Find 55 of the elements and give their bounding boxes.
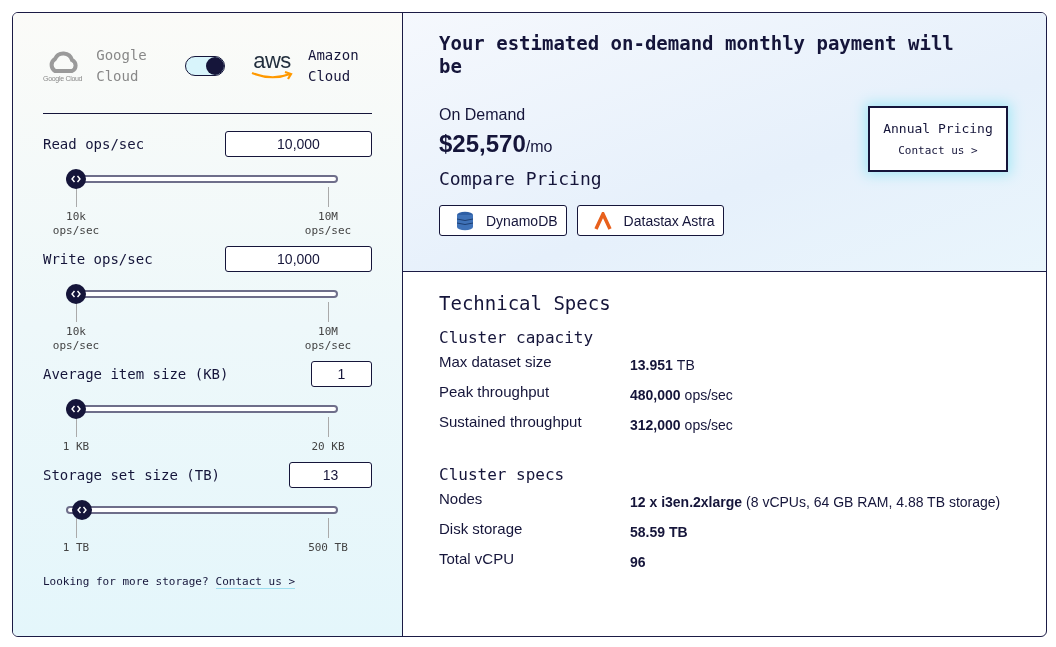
spec-label: Sustained throughput [439, 413, 583, 432]
input-field[interactable]: 1 [311, 361, 372, 387]
storage-note: Looking for more storage? [43, 575, 209, 589]
min-label: 10k ops/sec [51, 325, 101, 353]
spec-label: Max dataset size [439, 353, 553, 372]
slider-handle[interactable] [72, 500, 93, 520]
max-label: 500 TB [307, 541, 349, 555]
price-amount: $25,570 [439, 130, 526, 157]
max-label: 20 KB [310, 440, 346, 454]
price-period: /mo [525, 138, 553, 155]
max-label: 10M ops/sec [303, 325, 353, 353]
annual-pricing-button[interactable]: Annual Pricing Contact us > [868, 106, 1008, 172]
slider-handle[interactable] [66, 284, 86, 304]
spec-value: 58.59 TB [630, 524, 688, 542]
caret-up-icon [593, 211, 612, 230]
field-label: Write ops/sec [43, 251, 153, 267]
spec-label: Disk storage [439, 520, 524, 539]
min-label: 10k ops/sec [51, 210, 101, 238]
spec-value: 13.951 TB [630, 357, 695, 375]
min-label: 1 KB [61, 440, 91, 454]
slider-track[interactable] [66, 284, 338, 304]
database-icon [456, 210, 474, 231]
slider-track[interactable] [66, 169, 338, 189]
field-label: Read ops/sec [43, 136, 145, 152]
max-label: 10M ops/sec [303, 210, 353, 238]
compare-button[interactable]: Datastax Astra [576, 205, 724, 236]
compare-title: Compare Pricing [439, 168, 602, 189]
spec-value: 480,000 ops/sec [630, 387, 733, 405]
min-label: 1 TB [61, 541, 91, 555]
spec-label: Total vCPU [439, 550, 516, 569]
section-title: Cluster capacity [439, 328, 595, 347]
slider-handle[interactable] [66, 169, 86, 189]
aws-logo: aws [250, 51, 294, 81]
spec-value: 96 [630, 554, 646, 572]
compare-button[interactable]: DynamoDB [439, 205, 567, 236]
slider-track[interactable] [66, 399, 338, 419]
spec-label: Nodes [439, 490, 484, 509]
plan-label: On Demand [439, 106, 527, 124]
provider-label[interactable]: Amazon Cloud [308, 45, 372, 87]
spec-value: 12 x i3en.2xlarge (8 vCPUs, 64 GB RAM, 4.88 TB storage) [630, 494, 1001, 512]
contact-link[interactable]: Contact us > [215, 575, 296, 589]
estimate-title: Your estimated on-demand monthly payment will be [439, 32, 955, 78]
field-label: Storage set size (TB) [43, 467, 220, 483]
input-field[interactable]: 13 [289, 462, 372, 488]
slider-handle[interactable] [66, 399, 86, 419]
slider-track[interactable] [66, 500, 338, 520]
field-label: Average item size (KB) [43, 366, 229, 382]
input-field[interactable]: 10,000 [225, 131, 372, 157]
provider-toggle[interactable] [185, 56, 226, 76]
spec-value: 312,000 ops/sec [630, 417, 733, 435]
section-title: Cluster specs [439, 465, 566, 484]
provider-label[interactable]: Google Cloud [96, 45, 161, 87]
input-field[interactable]: 10,000 [225, 246, 372, 272]
specs-title: Technical Specs [439, 292, 612, 314]
spec-label: Peak throughput [439, 383, 551, 402]
